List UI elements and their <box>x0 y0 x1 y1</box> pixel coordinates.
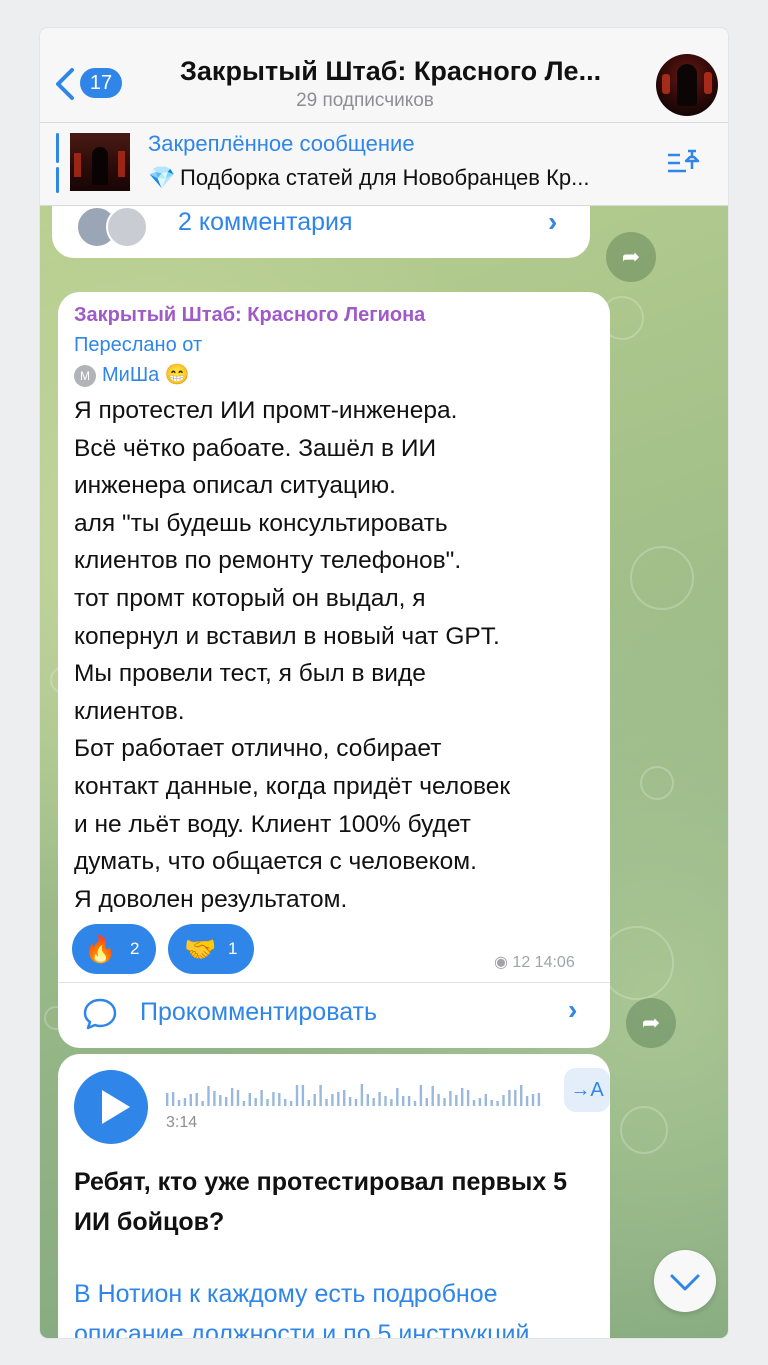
post-time: 14:06 <box>534 954 575 971</box>
post-author[interactable]: Закрытый Штаб: Красного Легиона <box>74 304 425 327</box>
share-icon[interactable]: ➦ <box>626 998 676 1048</box>
play-button[interactable] <box>74 1070 148 1144</box>
reaction-count: 1 <box>228 939 238 958</box>
app-window: 17 Закрытый Штаб: Красного Ле... 29 подп… <box>40 28 728 1338</box>
forwarded-from[interactable]: М МиШа 😁 <box>74 362 190 387</box>
chat-area[interactable]: 2 комментария › ➦ Закрытый Штаб: Красног… <box>40 206 728 1338</box>
forwarded-name[interactable]: МиШа 😁 <box>102 364 190 386</box>
gem-icon: 💎 <box>148 165 176 190</box>
chevron-right-icon: › <box>548 206 558 237</box>
share-icon[interactable]: ➦ <box>606 232 656 282</box>
pin-list-icon[interactable] <box>666 147 702 179</box>
pinned-indicator <box>56 167 59 193</box>
comment-button[interactable]: Прокомментировать <box>140 998 377 1027</box>
forwarded-avatar: М <box>74 364 96 387</box>
pinned-title: Закреплённое сообщение <box>148 131 415 156</box>
channel-avatar[interactable] <box>656 54 718 116</box>
pinned-text: 💎 Подборка статей для Новобранцев Кр... <box>148 165 668 191</box>
message-text: Ребят, кто уже протестировал первых 5 ИИ… <box>74 1168 568 1236</box>
translate-button[interactable]: →A <box>564 1068 610 1112</box>
subscriber-count: 29 подписчиков <box>296 90 434 111</box>
chevron-right-icon: › <box>568 994 578 1025</box>
fire-icon: 🔥 <box>84 934 117 964</box>
scroll-down-button[interactable] <box>654 1250 716 1312</box>
channel-title[interactable]: Закрытый Штаб: Красного Ле... <box>180 56 630 87</box>
view-count: 12 <box>512 954 531 971</box>
pinned-message-bar[interactable]: Закреплённое сообщение 💎 Подборка статей … <box>40 123 728 206</box>
avatar <box>106 206 148 248</box>
pinned-indicator <box>56 133 59 163</box>
chat-header: 17 Закрытый Штаб: Красного Ле... 29 подп… <box>40 28 728 123</box>
back-arrow-icon[interactable] <box>52 66 78 102</box>
chevron-down-icon <box>670 1274 700 1291</box>
handshake-icon: 🤝 <box>184 934 217 964</box>
unread-count-badge[interactable]: 17 <box>80 68 122 98</box>
voice-waveform[interactable] <box>166 1082 546 1106</box>
message-bubble[interactable]: Закрытый Штаб: Красного Легиона Переслан… <box>58 292 610 1048</box>
voice-duration: 3:14 <box>166 1114 198 1131</box>
commenter-avatars <box>76 206 156 248</box>
previous-post-comments[interactable]: 2 комментария › <box>52 206 590 258</box>
comments-count-link[interactable]: 2 комментария <box>178 208 353 237</box>
pinned-thumbnail <box>70 133 130 191</box>
notion-link[interactable]: В Нотион к каждому есть подробное описан… <box>74 1274 608 1338</box>
post-meta: ◉ 12 14:06 <box>494 952 575 972</box>
reaction-fire[interactable]: 🔥 2 <box>72 924 156 974</box>
voice-message-bubble[interactable]: 3:14 →A Ребят, кто уже протестировал пер… <box>58 1054 610 1338</box>
divider <box>58 982 610 983</box>
pinned-text-content: Подборка статей для Новобранцев Кр... <box>180 165 590 190</box>
message-text: Я протестел ИИ промт-инженера. Всё чётко… <box>74 397 511 913</box>
reaction-count: 2 <box>130 939 140 958</box>
forwarded-label: Переслано от <box>74 334 203 356</box>
reaction-handshake[interactable]: 🤝 1 <box>168 924 254 974</box>
eye-icon: ◉ <box>494 954 508 971</box>
comment-icon <box>83 998 117 1030</box>
